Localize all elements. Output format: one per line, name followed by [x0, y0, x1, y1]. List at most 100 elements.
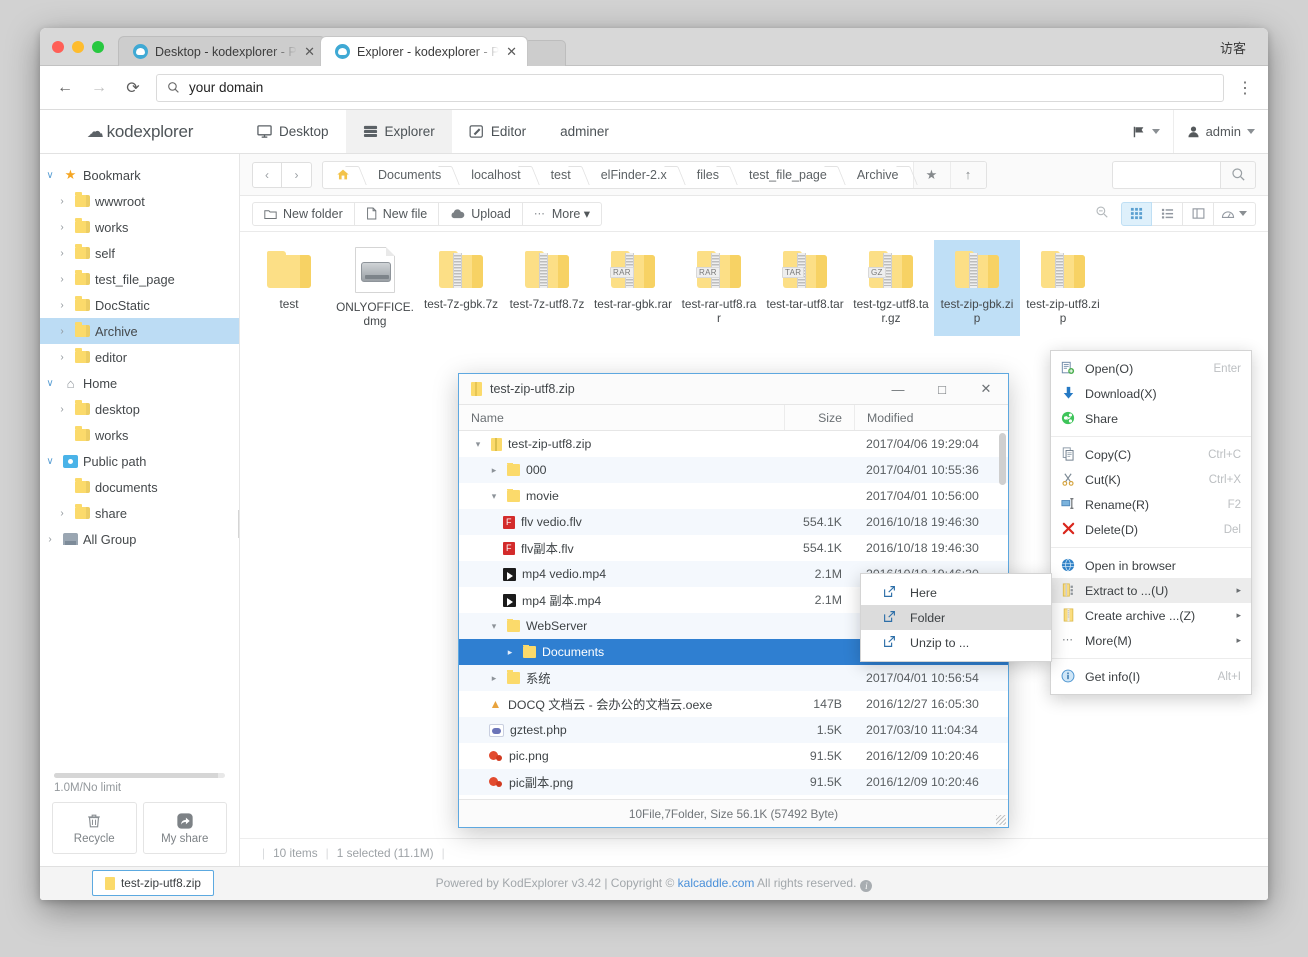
chevron-down-icon[interactable]: ▾	[487, 621, 501, 632]
language-flag-button[interactable]	[1119, 110, 1173, 153]
table-row[interactable]: pic.png 91.5K 2016/12/09 10:20:46	[459, 743, 1008, 769]
menu-item-get-info[interactable]: Get info(I) Alt+I	[1051, 664, 1251, 689]
sidebar-item-test-file-page[interactable]: › test_file_page	[40, 266, 239, 292]
file-item-test-zip-gbk[interactable]: test-zip-gbk.zip	[934, 240, 1020, 336]
nav-back-button[interactable]: ‹	[252, 161, 282, 188]
search-button[interactable]	[1220, 160, 1256, 189]
dialog-titlebar[interactable]: test-zip-utf8.zip — □ ✕	[459, 374, 1008, 405]
split-view-button[interactable]	[1183, 201, 1214, 226]
app-logo[interactable]: ☁ kodexplorer	[40, 110, 240, 153]
table-row[interactable]: pic副本.png 91.5K 2016/12/09 10:20:46	[459, 769, 1008, 795]
taskbar-item-zip[interactable]: test-zip-utf8.zip	[92, 870, 214, 896]
submenu-item-here[interactable]: Here	[861, 580, 1051, 605]
sidebar-item-wwwroot[interactable]: › wwwroot	[40, 188, 239, 214]
file-item-test-tar-utf8[interactable]: TAR test-tar-utf8.tar	[762, 240, 848, 336]
zoom-window-button[interactable]	[92, 41, 104, 53]
sidebar-item-editor[interactable]: › editor	[40, 344, 239, 370]
browser-tab-explorer[interactable]: Explorer - kodexplorer - Power ✕	[320, 36, 528, 66]
menu-item-create-archive[interactable]: Create archive ...(Z) ▸	[1051, 603, 1251, 628]
dialog-scrollbar[interactable]	[999, 433, 1006, 485]
menu-item-download[interactable]: Download(X)	[1051, 381, 1251, 406]
table-row[interactable]: ▸ 系统 2017/04/01 10:56:54	[459, 665, 1008, 691]
menu-item-open[interactable]: Open(O) Enter	[1051, 356, 1251, 381]
favorite-icon[interactable]: ★	[913, 161, 950, 188]
table-row[interactable]: flv vedio.flv 554.1K 2016/10/18 19:46:30	[459, 509, 1008, 535]
table-row[interactable]: flv副本.flv 554.1K 2016/10/18 19:46:30	[459, 535, 1008, 561]
submenu-item-unzip-to[interactable]: Unzip to ...	[861, 630, 1051, 655]
sidebar-item-desktop[interactable]: › desktop	[40, 396, 239, 422]
file-item-test-7z-utf8[interactable]: test-7z-utf8.7z	[504, 240, 590, 336]
new-tab-button[interactable]	[524, 40, 566, 66]
back-icon[interactable]: ←	[54, 77, 76, 99]
file-item-test-zip-utf8[interactable]: test-zip-utf8.zip	[1020, 240, 1106, 336]
menu-item-more[interactable]: ⋯ More(M) ▸	[1051, 628, 1251, 653]
my-share-button[interactable]: My share	[142, 802, 227, 854]
table-row[interactable]: ▾ test-zip-utf8.zip 2017/04/06 19:29:04	[459, 431, 1008, 457]
table-row[interactable]: ▸ 000 2017/04/01 10:55:36	[459, 457, 1008, 483]
file-item-test-rar-gbk[interactable]: RAR test-rar-gbk.rar	[590, 240, 676, 336]
sidebar-group-public-path[interactable]: ∨ Public path	[40, 448, 239, 474]
new-folder-button[interactable]: New folder	[252, 201, 355, 226]
sidebar-group-home[interactable]: ∨ ⌂ Home	[40, 370, 239, 396]
tab-editor[interactable]: Editor	[452, 110, 543, 153]
chevron-right-icon[interactable]: ▸	[487, 465, 501, 476]
forward-icon[interactable]: →	[88, 77, 110, 99]
breadcrumb-item[interactable]: files	[681, 162, 733, 188]
close-icon[interactable]: ✕	[506, 45, 517, 58]
sidebar-group-bookmark[interactable]: ∨ ★ Bookmark	[40, 162, 239, 188]
sidebar-item-documents[interactable]: documents	[40, 474, 239, 500]
sidebar-item-works[interactable]: › works	[40, 214, 239, 240]
table-row[interactable]: gztest.php 1.5K 2017/03/10 11:04:34	[459, 717, 1008, 743]
minimize-icon[interactable]: —	[880, 374, 916, 404]
chevron-right-icon[interactable]: ›	[54, 300, 70, 311]
close-icon[interactable]: ✕	[304, 45, 315, 58]
list-view-button[interactable]	[1152, 201, 1183, 226]
chevron-right-icon[interactable]: ›	[54, 196, 70, 207]
chevron-right-icon[interactable]: ›	[54, 508, 70, 519]
breadcrumb-item[interactable]: elFinder-2.x	[585, 162, 681, 188]
view-settings-button[interactable]	[1214, 201, 1256, 226]
chevron-right-icon[interactable]: ›	[54, 352, 70, 363]
breadcrumb-home[interactable]	[323, 162, 362, 188]
chevron-right-icon[interactable]: ›	[54, 274, 70, 285]
recycle-button[interactable]: Recycle	[52, 802, 137, 854]
breadcrumb-item[interactable]: test	[535, 162, 585, 188]
sidebar-item-home-works[interactable]: works	[40, 422, 239, 448]
maximize-icon[interactable]: □	[924, 374, 960, 404]
breadcrumb-item[interactable]: test_file_page	[733, 162, 841, 188]
chevron-down-icon[interactable]: ▾	[471, 439, 485, 450]
tab-explorer[interactable]: Explorer	[345, 110, 452, 153]
breadcrumb-item[interactable]: Archive	[841, 162, 913, 188]
chevron-right-icon[interactable]: ›	[54, 222, 70, 233]
chevron-down-icon[interactable]: ∨	[42, 456, 58, 467]
new-file-button[interactable]: New file	[354, 201, 440, 226]
menu-item-cut[interactable]: Cut(K) Ctrl+X	[1051, 467, 1251, 492]
sidebar-item-archive[interactable]: › Archive	[40, 318, 239, 344]
chevron-right-icon[interactable]: ›	[42, 534, 58, 545]
info-icon[interactable]: i	[860, 879, 873, 892]
reload-icon[interactable]: ⟳	[122, 77, 144, 99]
chevron-right-icon[interactable]: ›	[54, 404, 70, 415]
nav-forward-button[interactable]: ›	[282, 161, 312, 188]
table-row[interactable]: ▲ DOCQ 文档云 - 会办公的文档云.oexe 147B 2016/12/2…	[459, 691, 1008, 717]
search-input[interactable]	[1112, 160, 1220, 189]
file-item-test[interactable]: test	[246, 240, 332, 336]
file-item-test-rar-utf8[interactable]: RAR test-rar-utf8.rar	[676, 240, 762, 336]
chevron-right-icon[interactable]: ›	[54, 326, 70, 337]
chevron-down-icon[interactable]: ▾	[487, 491, 501, 502]
sidebar-item-self[interactable]: › self	[40, 240, 239, 266]
grid-view-button[interactable]	[1121, 201, 1152, 226]
menu-item-rename[interactable]: Rename(R) F2	[1051, 492, 1251, 517]
sidebar-item-docstatic[interactable]: › DocStatic	[40, 292, 239, 318]
chevron-right-icon[interactable]: ▸	[487, 673, 501, 684]
footer-link[interactable]: kalcaddle.com	[678, 876, 755, 890]
menu-item-copy[interactable]: Copy(C) Ctrl+C	[1051, 442, 1251, 467]
chevron-down-icon[interactable]: ∨	[42, 170, 58, 181]
close-icon[interactable]: ✕	[968, 374, 1004, 404]
tab-adminer[interactable]: adminer	[543, 110, 626, 153]
table-row[interactable]: ▾ movie 2017/04/01 10:56:00	[459, 483, 1008, 509]
close-window-button[interactable]	[52, 41, 64, 53]
user-menu-button[interactable]: admin	[1172, 110, 1268, 153]
tab-desktop[interactable]: Desktop	[240, 110, 346, 153]
column-header-modified[interactable]: Modified	[854, 405, 1008, 430]
